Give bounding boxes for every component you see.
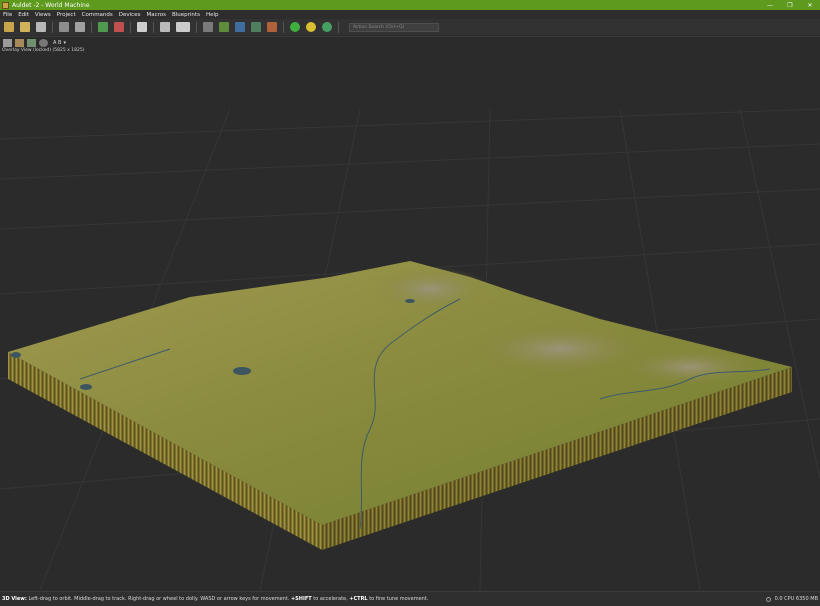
lighting-icon[interactable] [15, 38, 24, 47]
toolbar-divider [196, 21, 197, 33]
status-ctrl-key: +CTRL [349, 596, 368, 602]
paint-icon[interactable] [267, 22, 277, 32]
terrain-grid-icon[interactable] [219, 22, 229, 32]
menu-views[interactable]: Views [32, 12, 54, 18]
build-all-icon[interactable] [322, 22, 332, 32]
toolbar-divider [52, 21, 53, 33]
node-view-icon[interactable] [203, 22, 213, 32]
open-project-icon[interactable] [20, 22, 30, 32]
split-view-icon[interactable] [160, 22, 170, 32]
tools-icon[interactable] [75, 22, 85, 32]
toolbar-divider [130, 21, 131, 33]
image-view-icon[interactable] [251, 22, 261, 32]
render-mode-icon[interactable] [27, 38, 36, 47]
toolbar-divider [153, 21, 154, 33]
3d-viewport[interactable] [0, 49, 820, 590]
close-button[interactable]: ✕ [800, 0, 820, 10]
toolbar-divider [91, 21, 92, 33]
build-yellow-icon[interactable] [306, 22, 316, 32]
status-cpu-memory: 0.0 CPU 6350 MB [774, 596, 818, 602]
status-bar: 3D View: Left-drag to orbit. Middle-drag… [0, 591, 820, 606]
menu-project[interactable]: Project [54, 12, 79, 18]
export-icon[interactable] [114, 22, 124, 32]
save-icon[interactable] [59, 22, 69, 32]
status-text-part: to fine tune movement. [367, 596, 429, 602]
build-green-icon[interactable] [290, 22, 300, 32]
graph-icon[interactable] [98, 22, 108, 32]
status-shift-key: +SHIFT [290, 596, 312, 602]
status-text-part: to accelerate, [311, 596, 350, 602]
menu-help[interactable]: Help [203, 12, 222, 18]
layout-icon[interactable] [137, 22, 147, 32]
mountain-ridge [620, 349, 760, 385]
main-toolbar: Action Search (Ctrl+Q) [0, 19, 820, 35]
status-text-part: Left-drag to orbit. Middle-drag to track… [26, 596, 291, 602]
new-project-icon[interactable] [4, 22, 14, 32]
window-title: Auldet -2 - World Machine [12, 1, 90, 9]
terrain-render [0, 108, 820, 590]
view-toolbar: A B ▾ [0, 36, 820, 48]
chevron-down-icon[interactable]: ▾ [63, 40, 66, 46]
title-bar: Auldet -2 - World Machine — ❐ ✕ [0, 0, 820, 10]
ab-compare-toggle[interactable]: A B [53, 40, 61, 46]
menu-commands[interactable]: Commands [79, 12, 116, 18]
maximize-button[interactable]: ❐ [780, 0, 800, 10]
status-mode-label: 3D View: [2, 596, 27, 602]
wrench-icon[interactable] [36, 22, 46, 32]
action-search-placeholder: Action Search (Ctrl+Q) [353, 24, 405, 30]
window-controls: — ❐ ✕ [760, 0, 820, 10]
menu-blueprints[interactable]: Blueprints [169, 12, 203, 18]
status-help-text: 3D View: Left-drag to orbit. Middle-drag… [2, 596, 428, 602]
toolbar-divider [338, 21, 339, 33]
menu-macros[interactable]: Macros [143, 12, 169, 18]
menu-edit[interactable]: Edit [15, 12, 32, 18]
minimize-button[interactable]: — [760, 0, 780, 10]
globe-icon[interactable] [235, 22, 245, 32]
action-search-input[interactable]: Action Search (Ctrl+Q) [349, 22, 439, 32]
mountain-ridge [370, 267, 490, 311]
toolbar-divider [283, 21, 284, 33]
grid-view-icon[interactable] [176, 22, 190, 32]
menu-bar: File Edit Views Project Commands Devices… [0, 10, 820, 19]
menu-file[interactable]: File [0, 12, 15, 18]
camera-icon[interactable] [3, 38, 12, 47]
cpu-icon [765, 596, 771, 602]
status-resources: 0.0 CPU 6350 MB [765, 592, 818, 606]
app-icon [2, 1, 9, 9]
eye-icon[interactable] [39, 38, 48, 47]
menu-devices[interactable]: Devices [116, 12, 144, 18]
